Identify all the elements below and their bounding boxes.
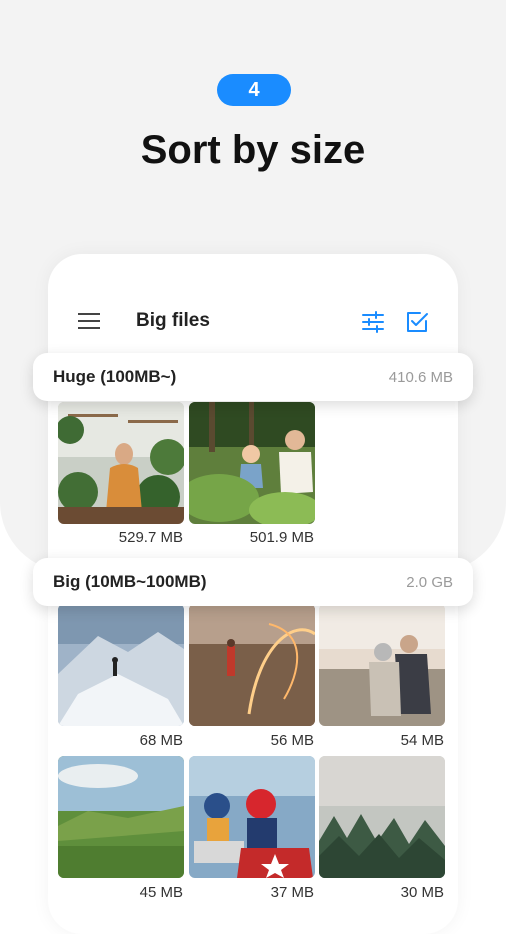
section-title: Big (10MB~100MB) (53, 572, 207, 591)
file-thumbnail[interactable] (58, 402, 184, 524)
file-thumbnail[interactable] (189, 756, 315, 878)
file-size: 30 MB (400, 884, 444, 901)
menu-icon[interactable] (78, 312, 100, 330)
file-size: 37 MB (270, 884, 314, 901)
hero-title: Sort by size (140, 128, 366, 172)
screen-title: Big files (136, 310, 210, 331)
step-badge: 4 (217, 74, 291, 106)
section-total-size: 2.0 GB (406, 573, 453, 591)
section-total-size: 410.6 MB (388, 368, 453, 386)
file-size: 54 MB (400, 732, 444, 749)
file-thumbnail[interactable] (58, 756, 184, 878)
file-size: 501.9 MB (249, 529, 314, 546)
file-thumbnail[interactable] (58, 604, 184, 726)
file-thumbnail[interactable] (319, 756, 445, 878)
file-size: 68 MB (139, 732, 183, 749)
file-thumbnail[interactable] (189, 604, 315, 726)
checkbox-icon[interactable] (405, 310, 429, 334)
file-thumbnail[interactable] (319, 604, 445, 726)
filter-sliders-icon[interactable] (361, 310, 385, 334)
file-size: 529.7 MB (118, 529, 183, 546)
file-size: 45 MB (139, 884, 183, 901)
section-header-huge[interactable]: Huge (100MB~) 410.6 MB (33, 353, 473, 401)
section-header-big[interactable]: Big (10MB~100MB) 2.0 GB (33, 558, 473, 606)
file-size: 56 MB (270, 732, 314, 749)
file-thumbnail[interactable] (189, 402, 315, 524)
section-title: Huge (100MB~) (53, 367, 177, 386)
